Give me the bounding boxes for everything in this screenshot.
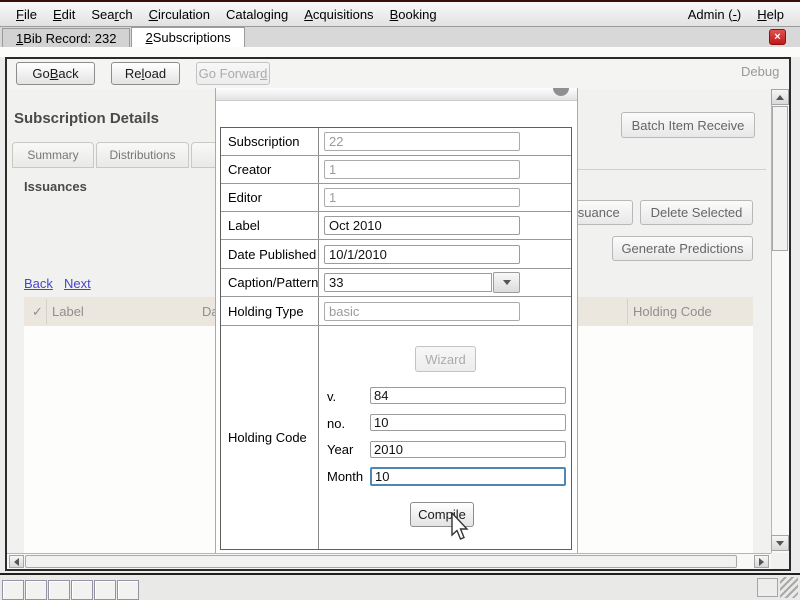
close-tab-button[interactable]: × [769,29,786,45]
tab-summary[interactable]: Summary [12,142,94,168]
arrow-left-icon [14,558,19,566]
taskbar-slot [25,580,47,600]
menu-edit[interactable]: Edit [45,7,83,22]
form-row-holding-code: Holding Code Wizard v. no. Year Month Co… [221,326,571,549]
window-resize-grip[interactable] [780,577,798,598]
go-back-button[interactable]: Go Back [16,62,95,85]
scroll-up-button[interactable] [771,89,789,105]
month-input-focused[interactable] [370,467,566,486]
scroll-down-button[interactable] [771,535,789,551]
batch-item-receive-button[interactable]: Batch Item Receive [621,112,755,138]
issuance-form-table: Subscription Creator Editor Label Date P… [220,127,572,550]
creator-input [324,160,520,179]
column-separator [627,299,628,324]
form-row-creator: Creator [221,156,571,184]
reload-button[interactable]: Reload [111,62,180,85]
issuance-editor-dialog: Subscription Creator Editor Label Date P… [215,88,578,553]
menu-bar: File Edit Search Circulation Cataloging … [0,0,800,27]
menu-file[interactable]: File [8,7,45,22]
next-link[interactable]: Next [64,276,91,291]
menu-cataloging[interactable]: Cataloging [218,7,296,22]
form-row-subscription: Subscription [221,128,571,156]
chevron-down-icon [503,280,511,285]
editor-label: Editor [221,184,319,211]
horizontal-scrollbar-thumb[interactable] [25,555,737,568]
month-label: Month [327,469,363,484]
year-label: Year [327,442,353,457]
subscription-input [324,132,520,151]
go-forward-button: Go Forward [196,62,270,85]
taskbar-corner-slot [757,578,778,597]
taskbar-slot [71,580,93,600]
column-header-label: Label [52,304,84,319]
tab-subscriptions[interactable]: 2 Subscriptions [131,27,244,47]
editor-input [324,188,520,207]
subscription-label: Subscription [221,128,319,155]
label-input[interactable] [324,216,520,235]
holding-code-label: Holding Code [221,326,319,549]
menu-circulation[interactable]: Circulation [141,7,218,22]
scroll-left-button[interactable] [9,555,24,568]
volume-input[interactable] [370,387,566,404]
taskbar-slot [48,580,70,600]
status-taskbar [0,573,800,600]
form-row-holding-type: Holding Type [221,297,571,326]
column-header-holding-code: Holding Code [633,304,712,319]
creator-label: Creator [221,156,319,183]
date-published-input[interactable] [324,245,520,264]
date-published-label: Date Published [221,240,319,268]
taskbar-slot [94,580,116,600]
form-row-label: Label [221,212,571,240]
menu-booking[interactable]: Booking [382,7,445,22]
back-link[interactable]: Back [24,276,53,291]
column-separator [46,299,47,324]
scroll-right-button[interactable] [754,555,769,568]
taskbar-slot [117,580,139,600]
tab-distributions[interactable]: Distributions [96,142,189,168]
menu-admin[interactable]: Admin (-) [680,7,749,22]
caption-pattern-label: Caption/Pattern [221,269,319,296]
generate-predictions-button[interactable]: Generate Predictions [612,236,753,261]
menu-search[interactable]: Search [83,7,140,22]
form-row-caption-pattern: Caption/Pattern [221,269,571,297]
holding-type-label: Holding Type [221,297,319,325]
menu-help[interactable]: Help [749,7,792,22]
vertical-scrollbar-thumb[interactable] [772,106,788,251]
form-row-editor: Editor [221,184,571,212]
page-title: Subscription Details [14,110,159,127]
window-tab-bar: 1 Bib Record: 232 2 Subscriptions [0,27,800,47]
tab-content-strip [0,47,800,57]
label-label: Label [221,212,319,239]
delete-selected-button[interactable]: Delete Selected [640,200,753,225]
debug-label: Debug [741,64,779,79]
number-input[interactable] [370,414,566,431]
close-icon: × [774,32,780,43]
menu-acquisitions[interactable]: Acquisitions [296,7,381,22]
taskbar-slot [2,580,24,600]
caption-pattern-dropdown-button[interactable] [493,272,520,293]
dialog-top-band [216,88,577,101]
number-label: no. [327,416,345,431]
arrow-right-icon [759,558,764,566]
wizard-button: Wizard [415,346,476,372]
caption-pattern-input[interactable] [324,273,492,292]
year-input[interactable] [370,441,566,458]
tab-bib-record[interactable]: 1 Bib Record: 232 [2,28,130,47]
volume-label: v. [327,389,336,404]
arrow-down-icon [776,541,784,546]
form-row-date-published: Date Published [221,240,571,269]
section-divider [578,169,766,170]
column-header-check: ✓ [32,304,43,320]
holding-type-input [324,302,520,321]
issuances-section-title: Issuances [24,179,87,194]
mouse-cursor [450,512,472,542]
arrow-up-icon [776,95,784,100]
